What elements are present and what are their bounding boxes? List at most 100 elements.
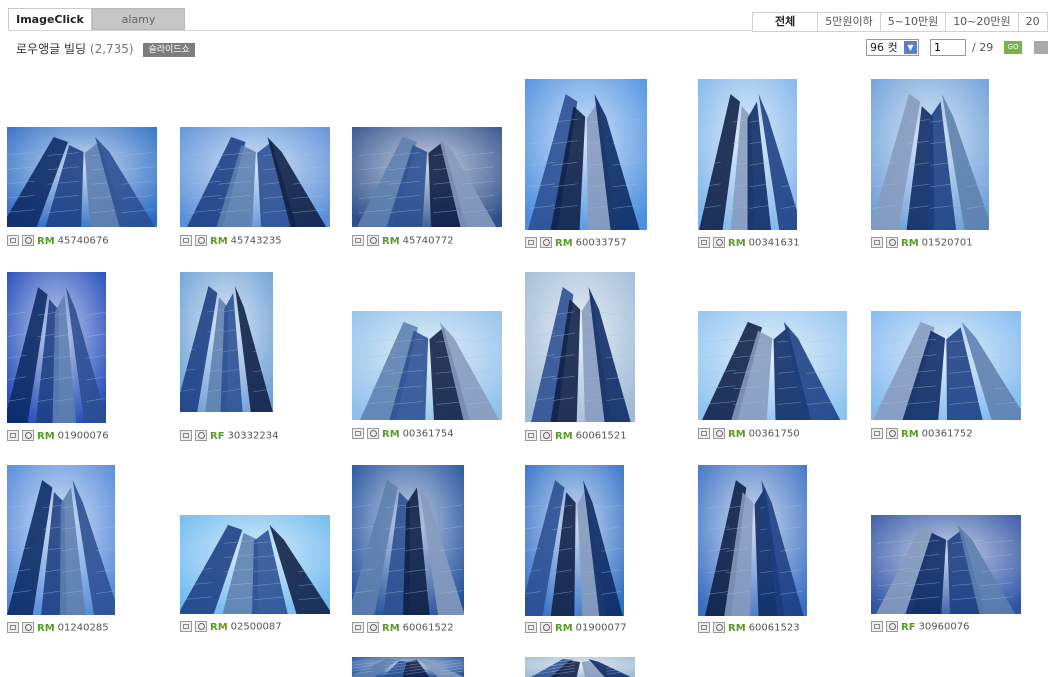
zoom-icon[interactable] [22,235,34,246]
image-thumbnail[interactable] [7,272,106,423]
license-type: RM [728,622,746,634]
image-code[interactable]: 45743235 [231,236,282,247]
lightbox-icon[interactable] [871,237,883,248]
lightbox-icon[interactable] [180,430,192,441]
image-code[interactable]: 30960076 [919,622,970,633]
image-code[interactable]: 00361752 [922,429,973,440]
image-thumbnail[interactable] [7,127,157,227]
tab-imageclick[interactable]: ImageClick [8,8,92,30]
zoom-icon[interactable] [367,622,379,633]
image-thumbnail[interactable] [352,311,502,420]
image-meta: RM 02500087 [180,621,282,635]
page-number-input[interactable] [930,39,966,56]
image-code[interactable]: 02500087 [231,622,282,633]
image-thumbnail[interactable] [698,311,847,420]
zoom-icon[interactable] [540,237,552,248]
lightbox-icon[interactable] [7,430,19,441]
filter-all[interactable]: 전체 [752,12,819,32]
zoom-icon[interactable] [367,235,379,246]
image-thumbnail[interactable] [180,515,330,614]
image-code[interactable]: 60061521 [576,431,627,442]
filter-under-50k[interactable]: 5만원이하 [818,12,881,32]
license-type: RM [382,428,400,440]
tab-alamy[interactable]: alamy [92,8,185,30]
image-code[interactable]: 01520701 [922,238,973,249]
image-thumbnail[interactable] [525,79,647,230]
zoom-icon[interactable] [886,621,898,632]
image-code[interactable]: 60061522 [403,623,454,634]
image-code[interactable]: 45740772 [403,236,454,247]
lightbox-icon[interactable] [180,235,192,246]
image-code[interactable]: 60061523 [749,623,800,634]
lightbox-icon[interactable] [871,621,883,632]
zoom-icon[interactable] [367,428,379,439]
image-thumbnail[interactable] [352,465,464,615]
lightbox-icon[interactable] [352,428,364,439]
image-code[interactable]: 45740676 [58,236,109,247]
image-thumbnail[interactable] [352,127,502,227]
lightbox-icon[interactable] [180,621,192,632]
lightbox-icon[interactable] [698,237,710,248]
image-thumbnail[interactable] [180,272,273,412]
lightbox-icon[interactable] [525,237,537,248]
filter-100k-200k[interactable]: 10~20만원 [946,12,1019,32]
next-page-icon[interactable] [1034,41,1048,54]
license-type: RM [901,428,919,440]
lightbox-icon[interactable] [525,622,537,633]
lightbox-icon[interactable] [698,622,710,633]
zoom-icon[interactable] [886,237,898,248]
image-code[interactable]: 60033757 [576,238,627,249]
lightbox-icon[interactable] [7,235,19,246]
lightbox-icon[interactable] [871,428,883,439]
price-filter: 전체 5만원이하 5~10만원 10~20만원 20 [752,12,1048,32]
zoom-icon[interactable] [195,430,207,441]
image-thumbnail[interactable] [525,657,635,677]
image-code[interactable]: 01240285 [58,623,109,634]
filter-50k-100k[interactable]: 5~10만원 [880,12,947,32]
zoom-icon[interactable] [22,622,34,633]
image-thumbnail[interactable] [525,465,624,616]
image-thumbnail[interactable] [7,465,115,615]
image-thumbnail[interactable] [525,272,635,422]
zoom-icon[interactable] [22,430,34,441]
lightbox-icon[interactable] [698,428,710,439]
image-meta: RM 60061522 [352,622,454,636]
license-type: RM [555,237,573,249]
lightbox-icon[interactable] [352,622,364,633]
image-code[interactable]: 00341631 [749,238,800,249]
image-code[interactable]: 00361754 [403,429,454,440]
zoom-icon[interactable] [713,237,725,248]
license-type: RM [382,235,400,247]
image-thumbnail[interactable] [871,311,1021,420]
zoom-icon[interactable] [540,622,552,633]
image-thumbnail[interactable] [180,127,330,227]
image-thumbnail[interactable] [698,465,807,616]
zoom-icon[interactable] [886,428,898,439]
lightbox-icon[interactable] [7,622,19,633]
zoom-icon[interactable] [540,430,552,441]
image-code[interactable]: 01900077 [576,623,627,634]
license-type: RM [382,622,400,634]
image-meta: RM 45740676 [7,235,109,249]
image-code[interactable]: 00361750 [749,429,800,440]
image-thumbnail[interactable] [698,79,797,230]
filter-over-200k[interactable]: 20 [1018,12,1048,32]
go-button[interactable]: GO [1004,41,1022,54]
slideshow-button[interactable]: 슬라이드쇼 [143,43,195,57]
zoom-icon[interactable] [713,428,725,439]
image-thumbnail[interactable] [871,515,1021,614]
per-page-select[interactable]: 96 컷 ▼ [866,39,919,56]
lightbox-icon[interactable] [352,235,364,246]
image-thumbnail[interactable] [871,79,989,230]
image-meta: RM 60061521 [525,430,627,444]
image-code[interactable]: 01900076 [58,431,109,442]
zoom-icon[interactable] [195,235,207,246]
lightbox-icon[interactable] [525,430,537,441]
image-code[interactable]: 30332234 [228,431,279,442]
image-thumbnail[interactable] [352,657,464,677]
zoom-icon[interactable] [195,621,207,632]
image-meta: RF 30960076 [871,621,969,635]
image-meta: RM 00361750 [698,428,800,442]
zoom-icon[interactable] [713,622,725,633]
license-type: RF [901,621,916,633]
